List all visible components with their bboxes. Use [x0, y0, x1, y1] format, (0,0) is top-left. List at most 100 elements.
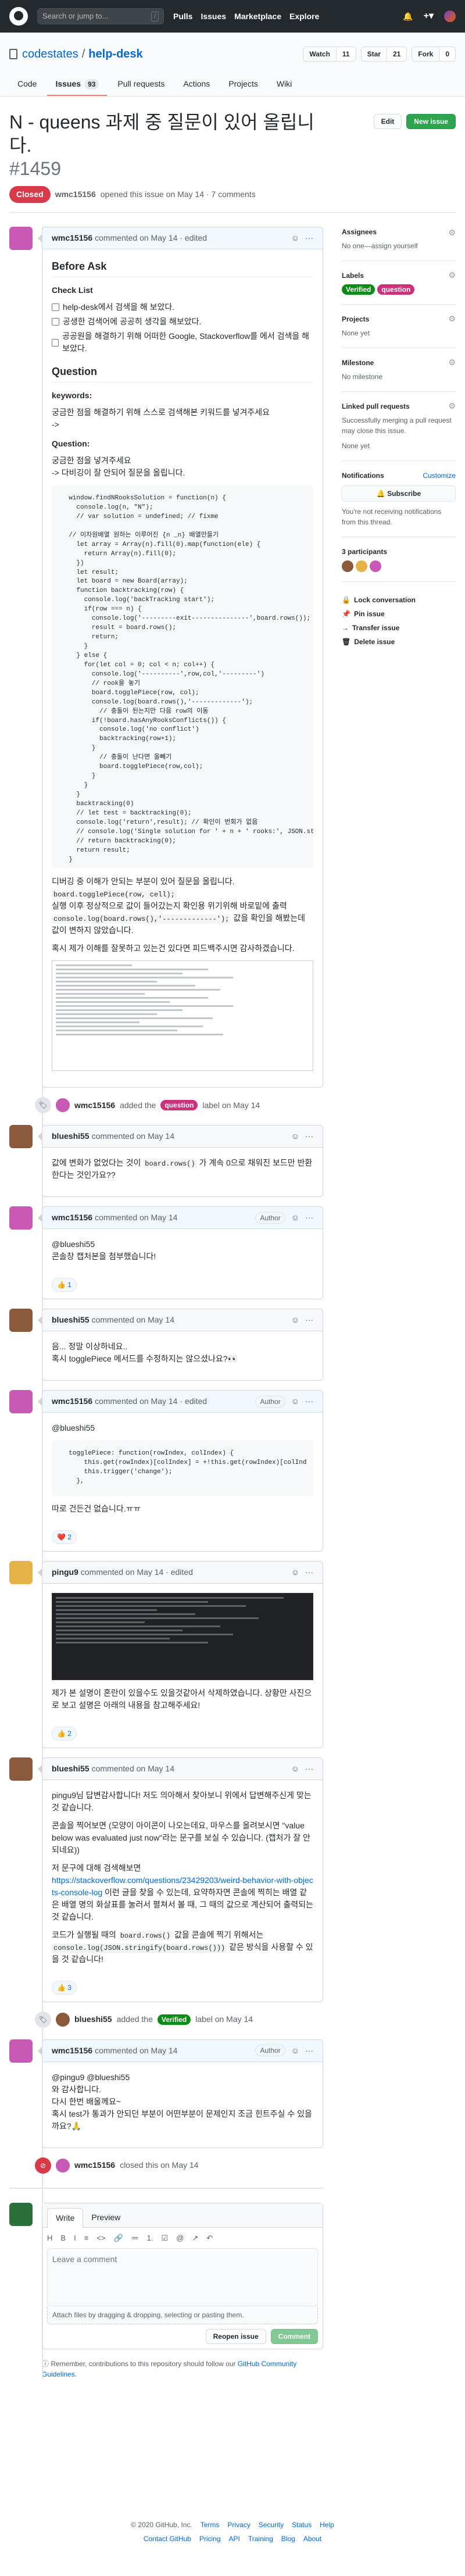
kebab-icon[interactable]: ···	[305, 1763, 313, 1775]
footer-link-training[interactable]: Training	[248, 2534, 273, 2544]
reaction-button[interactable]: 👍 1	[52, 1278, 77, 1292]
tab-issues[interactable]: Issues 93	[47, 73, 108, 96]
mention-icon[interactable]: @	[176, 2232, 184, 2244]
console-screenshot-image[interactable]	[52, 960, 313, 1071]
tab-code[interactable]: Code	[9, 73, 45, 96]
comment-author[interactable]: wmc15156	[52, 1395, 92, 1407]
link-icon[interactable]: 🔗	[113, 2232, 123, 2244]
footer-link-api[interactable]: API	[229, 2534, 240, 2544]
github-logo-icon[interactable]	[9, 7, 28, 26]
sidebar-assignees[interactable]: Assignees ⚙ No one—assign yourself	[342, 227, 456, 261]
repo-owner-link[interactable]: codestates	[22, 45, 78, 63]
delete-issue[interactable]: 🗑 Delete issue	[342, 637, 456, 647]
avatar[interactable]	[370, 560, 381, 572]
label-verified[interactable]: Verified	[157, 2014, 191, 2025]
edit-button[interactable]: Edit	[373, 114, 402, 129]
avatar[interactable]	[342, 560, 353, 572]
kebab-icon[interactable]: ···	[305, 1130, 313, 1142]
checkbox[interactable]	[52, 303, 59, 311]
footer-link-status[interactable]: Status	[292, 2520, 312, 2530]
sidebar-linked-prs[interactable]: Linked pull requests ⚙ Successfully mergin…	[342, 392, 456, 461]
label-question[interactable]: question	[377, 284, 415, 295]
gear-icon[interactable]: ⚙	[448, 269, 456, 281]
kebab-icon[interactable]: ···	[305, 2045, 313, 2057]
mention[interactable]: @blueshi55	[52, 1239, 95, 1249]
kebab-icon[interactable]: ···	[305, 1566, 313, 1578]
kebab-icon[interactable]: ···	[305, 1212, 313, 1224]
kebab-icon[interactable]: ···	[305, 1314, 313, 1326]
avatar[interactable]	[9, 1560, 33, 1584]
event-author[interactable]: wmc15156	[74, 1099, 115, 1112]
star-count[interactable]: 21	[386, 47, 407, 61]
tab-pull-requests[interactable]: Pull requests	[109, 73, 173, 96]
issue-author[interactable]: wmc15156	[55, 188, 96, 201]
bullet-list-icon[interactable]: ≔	[131, 2232, 139, 2244]
code-icon[interactable]: <>	[96, 2232, 105, 2244]
event-author[interactable]: blueshi55	[74, 2013, 112, 2025]
subscribe-button[interactable]: 🔔 Subscribe	[342, 485, 456, 502]
sidebar-labels[interactable]: Labels ⚙ Verified question	[342, 261, 456, 305]
quote-icon[interactable]: ≡	[84, 2232, 89, 2244]
footer-link-about[interactable]: About	[303, 2534, 321, 2544]
smiley-icon[interactable]: ☺	[291, 1212, 299, 1224]
fork-button[interactable]: Fork 0	[412, 47, 456, 62]
reaction-button[interactable]: ❤️ 2	[52, 1530, 77, 1544]
footer-link-contact[interactable]: Contact GitHub	[144, 2534, 191, 2544]
avatar[interactable]	[56, 2158, 70, 2173]
kebab-icon[interactable]: ···	[305, 232, 313, 244]
footer-link-help[interactable]: Help	[320, 2520, 334, 2530]
reaction-button[interactable]: 👍 3	[52, 1980, 77, 1995]
avatar[interactable]	[56, 1098, 70, 1112]
nav-explore[interactable]: Explore	[289, 10, 319, 23]
bold-icon[interactable]: B	[60, 2232, 66, 2244]
mention[interactable]: @blueshi55	[52, 1422, 313, 1434]
task-list-icon[interactable]: ☑	[162, 2232, 169, 2244]
avatar[interactable]	[444, 10, 456, 22]
avatar[interactable]	[9, 1206, 33, 1230]
gear-icon[interactable]: ⚙	[448, 227, 456, 239]
label-question[interactable]: question	[160, 1100, 198, 1110]
gear-icon[interactable]: ⚙	[448, 400, 456, 412]
footer-link-privacy[interactable]: Privacy	[227, 2520, 250, 2530]
plus-icon[interactable]: +▾	[424, 9, 434, 23]
avatar[interactable]	[9, 1390, 33, 1413]
sidebar-projects[interactable]: Projects ⚙ None yet	[342, 305, 456, 348]
footer-link-blog[interactable]: Blog	[281, 2534, 295, 2544]
nav-marketplace[interactable]: Marketplace	[234, 10, 281, 23]
attach-files[interactable]: Attach files by dragging & dropping, sel…	[47, 2306, 318, 2325]
event-author[interactable]: wmc15156	[74, 2159, 115, 2171]
avatar[interactable]	[9, 1757, 33, 1781]
comment-author[interactable]: blueshi55	[52, 1763, 90, 1775]
checkbox[interactable]	[52, 338, 59, 346]
avatar[interactable]	[9, 2039, 33, 2063]
footer-link-terms[interactable]: Terms	[201, 2520, 220, 2530]
comment-author[interactable]: wmc15156	[52, 1212, 92, 1224]
smiley-icon[interactable]: ☺	[291, 1395, 299, 1407]
footer-link-security[interactable]: Security	[259, 2520, 284, 2530]
repo-name-link[interactable]: help-desk	[88, 45, 142, 63]
avatar[interactable]	[356, 560, 367, 572]
heading-icon[interactable]: H	[47, 2232, 52, 2244]
label-verified[interactable]: Verified	[342, 284, 375, 295]
devtools-screenshot-image[interactable]	[52, 1592, 313, 1680]
smiley-icon[interactable]: ☺	[291, 1130, 299, 1142]
watch-button[interactable]: Watch 11	[303, 47, 356, 62]
tab-projects[interactable]: Projects	[220, 73, 266, 96]
comment-author[interactable]: pingu9	[52, 1566, 78, 1578]
smiley-icon[interactable]: ☺	[291, 1566, 299, 1578]
bell-icon[interactable]: 🔔	[403, 10, 413, 23]
reply-icon[interactable]: ↶	[206, 2232, 213, 2244]
mention[interactable]: @pingu9 @blueshi55	[52, 2073, 130, 2082]
smiley-icon[interactable]: ☺	[291, 1763, 299, 1775]
gear-icon[interactable]: ⚙	[448, 313, 456, 325]
gear-icon[interactable]: ⚙	[448, 356, 456, 369]
comment-author[interactable]: wmc15156	[52, 2045, 92, 2057]
smiley-icon[interactable]: ☺	[291, 1314, 299, 1326]
tab-preview[interactable]: Preview	[83, 2208, 128, 2227]
tab-actions[interactable]: Actions	[175, 73, 218, 96]
fork-count[interactable]: 0	[439, 47, 455, 61]
comment-author[interactable]: blueshi55	[52, 1314, 90, 1326]
nav-pulls[interactable]: Pulls	[173, 10, 192, 23]
numbered-list-icon[interactable]: 1.	[147, 2232, 153, 2244]
footer-link-pricing[interactable]: Pricing	[199, 2534, 221, 2544]
